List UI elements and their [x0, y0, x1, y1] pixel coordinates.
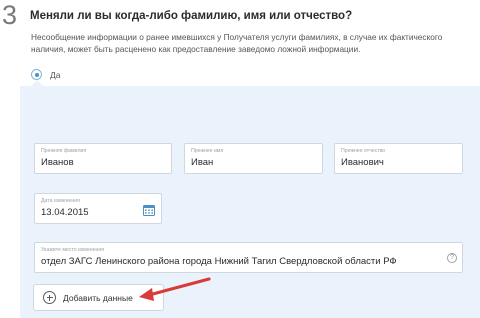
- change-place-field[interactable]: Укажите место изменения отдел ЗАГС Ленин…: [34, 242, 463, 273]
- add-data-label: Добавить данные: [63, 293, 133, 303]
- plus-circle-icon: [43, 291, 56, 304]
- previous-surname-value[interactable]: Иванов: [41, 157, 74, 168]
- previous-name-field[interactable]: Прежнее имя Иван: [184, 143, 323, 174]
- radio-yes[interactable]: [31, 69, 42, 80]
- step-number: 3: [2, 0, 18, 30]
- previous-surname-field[interactable]: Прежняя фамилия Иванов: [34, 143, 172, 174]
- red-arrow-annotation: [139, 277, 211, 301]
- previous-surname-label: Прежняя фамилия: [41, 148, 87, 154]
- previous-name-label: Прежнее имя: [191, 148, 224, 154]
- question-title: Меняли ли вы когда-либо фамилию, имя или…: [30, 10, 353, 22]
- previous-patronymic-value[interactable]: Иванович: [341, 157, 384, 168]
- change-date-field[interactable]: Дата изменения 13.04.2015: [34, 193, 162, 224]
- calendar-icon[interactable]: [143, 204, 155, 216]
- radio-yes-label[interactable]: Да: [50, 70, 60, 80]
- panel-pointer: [30, 80, 44, 87]
- change-date-label: Дата изменения: [41, 198, 80, 204]
- question-description: Несообщение информации о ранее имевшихся…: [31, 32, 443, 54]
- change-place-value[interactable]: отдел ЗАГС Ленинского района города Нижн…: [41, 256, 397, 267]
- previous-name-value[interactable]: Иван: [191, 157, 213, 168]
- previous-patronymic-label: Прежнее отчество: [341, 148, 386, 154]
- change-place-label: Укажите место изменения: [41, 247, 105, 253]
- change-date-value[interactable]: 13.04.2015: [41, 207, 89, 218]
- question-mark-icon[interactable]: ?: [447, 253, 457, 263]
- previous-patronymic-field[interactable]: Прежнее отчество Иванович: [334, 143, 463, 174]
